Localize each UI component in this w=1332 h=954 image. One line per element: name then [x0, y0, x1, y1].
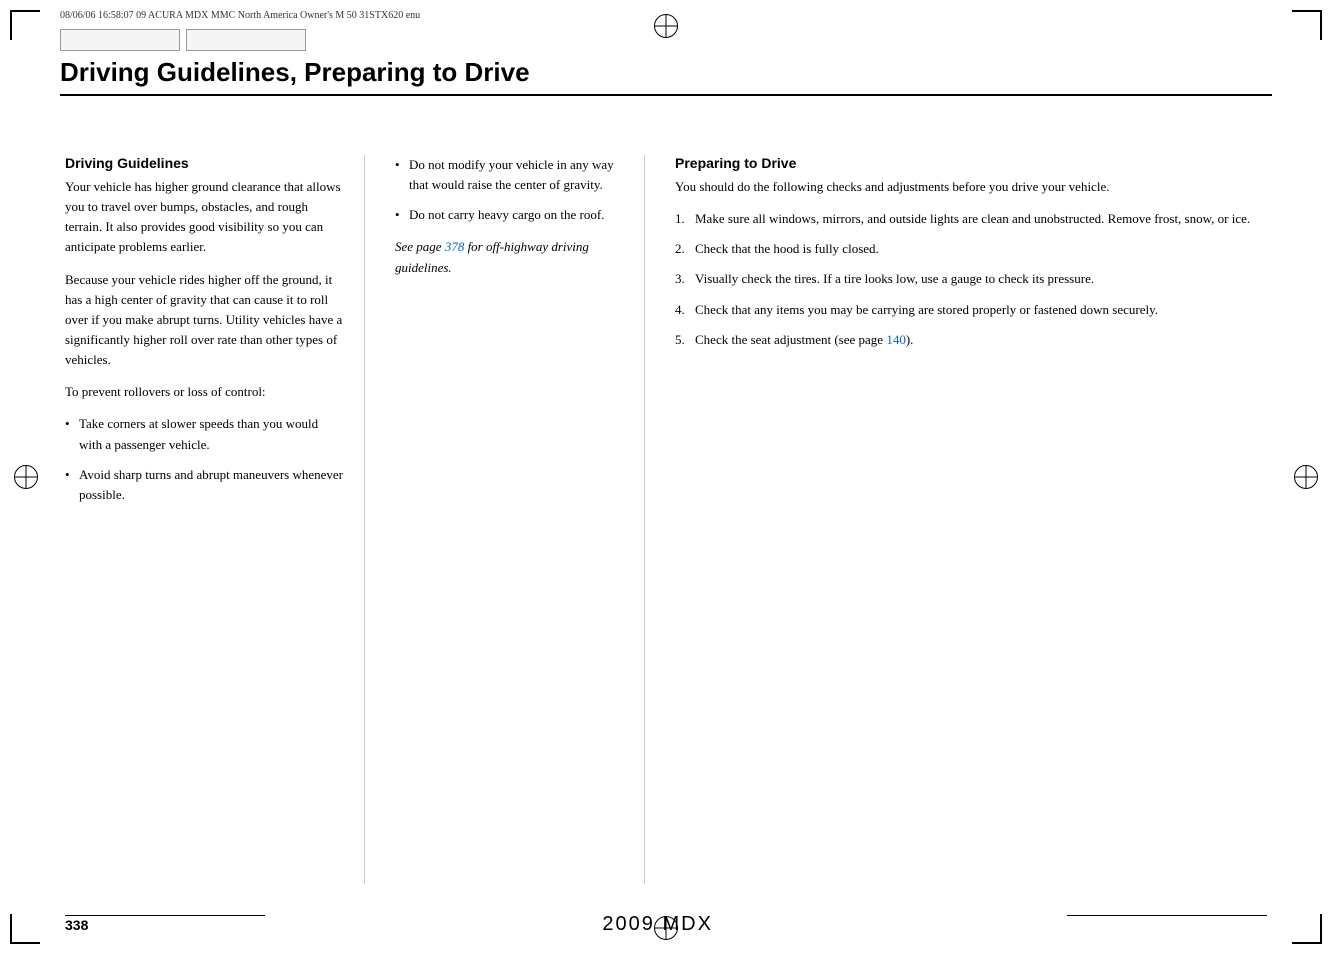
col-left: Driving Guidelines Your vehicle has high…: [65, 155, 365, 884]
page-140-link[interactable]: 140: [886, 332, 906, 347]
tab-box-left: [60, 29, 180, 51]
driving-guidelines-bullets: Take corners at slower speeds than you w…: [65, 414, 344, 505]
print-info: 08/06/06 16:58:07 09 ACURA MDX MMC North…: [60, 10, 1272, 21]
header: 08/06/06 16:58:07 09 ACURA MDX MMC North…: [60, 10, 1272, 96]
col-middle: Do not modify your vehicle in any way th…: [365, 155, 645, 884]
preparing-list: 1. Make sure all windows, mirrors, and o…: [675, 209, 1267, 350]
page-container: 08/06/06 16:58:07 09 ACURA MDX MMC North…: [0, 0, 1332, 954]
item-text-3: Visually check the tires. If a tire look…: [695, 271, 1094, 286]
driving-guidelines-heading: Driving Guidelines: [65, 155, 344, 171]
middle-bullet-item-1: Do not modify your vehicle in any way th…: [395, 155, 624, 195]
preparing-item-5: 5. Check the seat adjustment (see page 1…: [675, 330, 1267, 350]
driving-guidelines-para2: Because your vehicle rides higher off th…: [65, 270, 344, 371]
preparing-to-drive-heading: Preparing to Drive: [675, 155, 1267, 171]
item-num-3: 3.: [675, 269, 685, 289]
page-title: Driving Guidelines, Preparing to Drive: [60, 57, 1272, 88]
preparing-item-1: 1. Make sure all windows, mirrors, and o…: [675, 209, 1267, 229]
item-num-2: 2.: [675, 239, 685, 259]
page-number: 338: [65, 917, 88, 933]
item-text-4: Check that any items you may be carrying…: [695, 302, 1158, 317]
item-num-5: 5.: [675, 330, 685, 350]
preparing-intro: You should do the following checks and a…: [675, 177, 1267, 197]
col-right: Preparing to Drive You should do the fol…: [645, 155, 1267, 884]
tab-boxes: [60, 29, 1272, 51]
item-num-1: 1.: [675, 209, 685, 229]
item-num-4: 4.: [675, 300, 685, 320]
tab-box-right: [186, 29, 306, 51]
preparing-item-4: 4. Check that any items you may be carry…: [675, 300, 1267, 320]
item-text-5: Check the seat adjustment (see page 140)…: [695, 332, 913, 347]
see-page-note: See page 378 for off-highway driving gui…: [395, 237, 624, 277]
preparing-item-2: 2. Check that the hood is fully closed.: [675, 239, 1267, 259]
bullet-item-1: Take corners at slower speeds than you w…: [65, 414, 344, 454]
footer: 338 2009 MDX: [65, 913, 1267, 936]
footer-brand: 2009 MDX: [602, 913, 713, 936]
middle-bullets: Do not modify your vehicle in any way th…: [395, 155, 624, 225]
page-378-link[interactable]: 378: [445, 239, 465, 254]
item-text-1: Make sure all windows, mirrors, and outs…: [695, 211, 1250, 226]
bullet-item-2: Avoid sharp turns and abrupt maneuvers w…: [65, 465, 344, 505]
page-title-container: Driving Guidelines, Preparing to Drive: [60, 57, 1272, 96]
driving-guidelines-para1: Your vehicle has higher ground clearance…: [65, 177, 344, 258]
middle-bullet-item-2: Do not carry heavy cargo on the roof.: [395, 205, 624, 225]
preparing-item-3: 3. Visually check the tires. If a tire l…: [675, 269, 1267, 289]
main-content: Driving Guidelines Your vehicle has high…: [65, 155, 1267, 884]
item-text-2: Check that the hood is fully closed.: [695, 241, 879, 256]
driving-guidelines-para3: To prevent rollovers or loss of control:: [65, 382, 344, 402]
